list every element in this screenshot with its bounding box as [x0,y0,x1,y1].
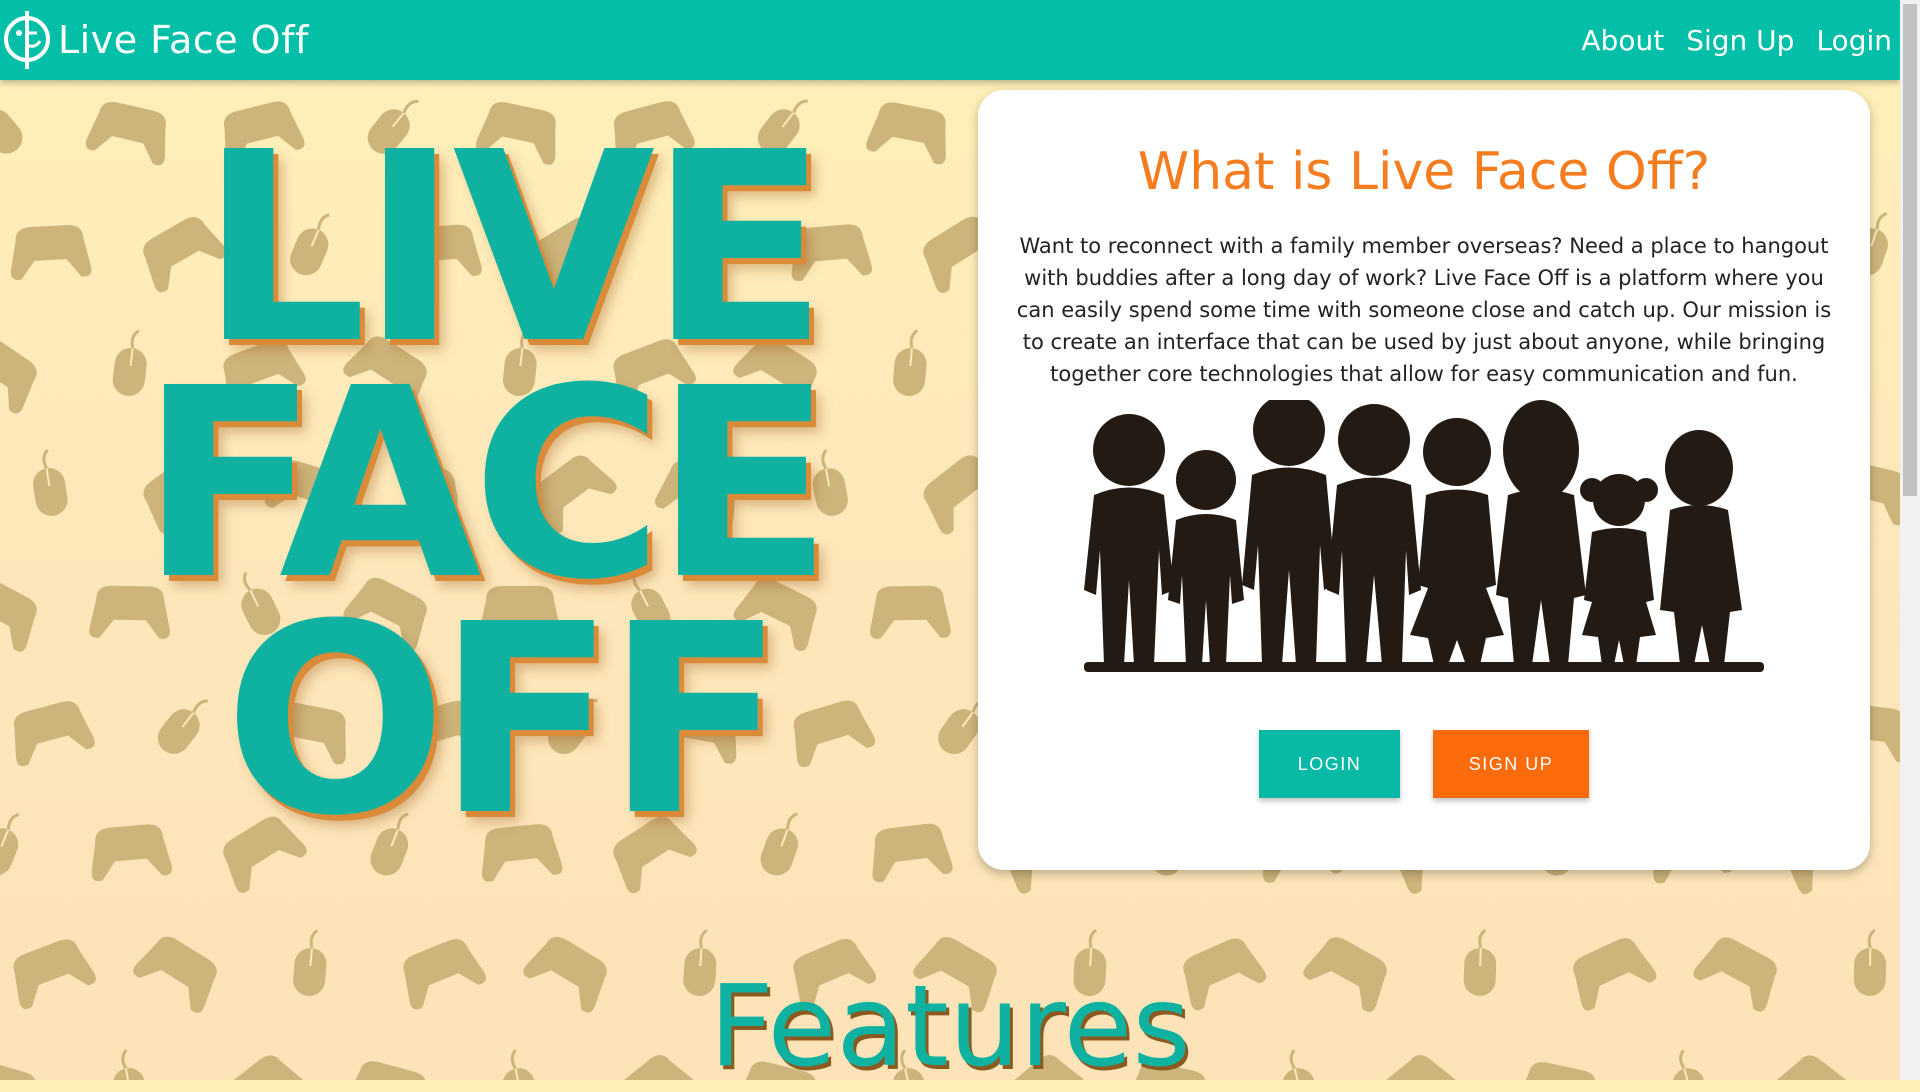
card-title: What is Live Face Off? [1137,142,1711,202]
controller-icon [4,696,97,768]
mouse-icon [0,87,31,162]
mouse-icon [26,446,72,520]
hero-line-off: OFF [224,568,785,873]
controller-icon [0,327,47,416]
controller-icon [8,223,92,281]
brand-name[interactable]: Live Face Off [58,18,309,62]
mouse-icon [890,327,931,399]
hero-title: LIVE FACE OFF [140,118,833,873]
info-card: What is Live Face Off? Want to reconnect… [978,90,1870,870]
mouse-icon [0,805,32,882]
card-description: Want to reconnect with a family member o… [1016,234,1832,386]
features-heading: Features [709,962,1191,1092]
nav-link-sign-up[interactable]: Sign Up [1686,24,1794,57]
brand[interactable]: Live Face Off [2,8,309,72]
controller-icon [869,585,951,639]
nav-link-login[interactable]: Login [1816,24,1892,57]
page-scrollbar[interactable] [1900,0,1920,1080]
card-buttons: LOGIN SIGN UP [978,730,1870,798]
controller-icon [867,821,954,883]
login-button[interactable]: LOGIN [1259,730,1400,798]
family-silhouette-image [1084,400,1764,672]
face-logo-icon [4,11,50,69]
sign-up-button[interactable]: SIGN UP [1433,730,1589,798]
scrollbar-thumb[interactable] [1903,4,1917,496]
controller-icon [0,569,47,654]
nav-links: About Sign Up Login [1559,0,1892,80]
nav-link-about[interactable]: About [1581,24,1664,57]
controller-icon [865,98,955,166]
top-navbar: Live Face Off About Sign Up Login [0,0,1900,80]
